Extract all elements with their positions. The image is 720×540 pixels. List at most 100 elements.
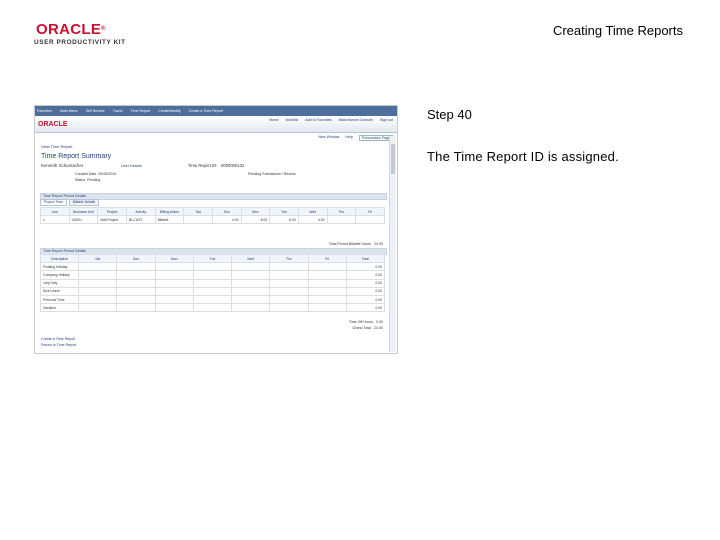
nav-link[interactable]: Help: [345, 135, 352, 141]
table-cell[interactable]: [192, 286, 233, 296]
column-header: Billing Action: [154, 206, 185, 217]
menu-bar: Favorites Main Menu Self Service Travel Time…: [35, 106, 397, 116]
table-cell: 4.00: [211, 215, 242, 225]
table-cell[interactable]: [116, 262, 156, 272]
table-cell: Billable: [154, 215, 185, 225]
user-details-link[interactable]: User Details: [121, 164, 142, 168]
menu-item[interactable]: Favorites: [37, 109, 52, 113]
table-cell[interactable]: [307, 278, 347, 288]
step-number: Step 40: [427, 107, 472, 122]
nav-link[interactable]: Personalize Page: [358, 135, 393, 141]
table-cell[interactable]: [269, 286, 309, 296]
table-cell[interactable]: [269, 303, 309, 313]
menu-item[interactable]: Self Service: [86, 109, 105, 113]
grand-total: Grand Total 24.00: [352, 326, 383, 330]
column-header: Mon: [240, 206, 271, 217]
table-cell[interactable]: [78, 303, 118, 313]
logo-product: USER PRODUCTIVITY KIT: [34, 39, 126, 46]
table-cell[interactable]: [116, 270, 156, 280]
header-link[interactable]: Add to Favorites: [305, 118, 331, 122]
header-link[interactable]: Worklist: [286, 118, 299, 122]
table-cell[interactable]: US001: [68, 215, 99, 225]
table-cell[interactable]: [154, 294, 194, 305]
table-cell[interactable]: [307, 286, 347, 296]
menu-item[interactable]: Time Report: [131, 109, 151, 113]
header-link[interactable]: Home: [269, 118, 279, 122]
column-header: Project: [97, 206, 127, 217]
create-time-report-link[interactable]: Create a Time Report: [41, 337, 75, 341]
table-cell: 0.00: [345, 270, 386, 280]
table-cell[interactable]: [192, 262, 233, 272]
header-link[interactable]: Multichannel Console: [338, 118, 372, 122]
table-cell[interactable]: [231, 294, 271, 305]
vertical-scrollbar[interactable]: [389, 136, 396, 352]
table-cell[interactable]: [154, 286, 194, 296]
table-cell[interactable]: [231, 262, 271, 272]
table-cell[interactable]: [192, 303, 233, 313]
nav-link[interactable]: New Window: [318, 135, 339, 141]
table-cell[interactable]: [116, 278, 156, 288]
table-cell[interactable]: [192, 270, 233, 280]
table-cell[interactable]: [269, 262, 309, 272]
menu-item[interactable]: Travel: [113, 109, 123, 113]
tab-billable-details[interactable]: Billable Details: [68, 199, 100, 206]
column-header: Thu: [326, 206, 357, 217]
table-cell[interactable]: [269, 270, 309, 280]
table-cell: Personal Time: [39, 294, 80, 305]
tab-project-time[interactable]: Project Time: [40, 199, 67, 206]
table-cell: Mall Project: [97, 215, 127, 225]
header-link[interactable]: Sign out: [380, 118, 393, 122]
table-cell[interactable]: [192, 294, 233, 305]
table-cell[interactable]: [231, 303, 271, 313]
table-cell[interactable]: [307, 270, 347, 280]
table-cell[interactable]: [231, 286, 271, 296]
table-cell[interactable]: 1: [40, 215, 70, 225]
table-cell: BI-CUST: [125, 215, 156, 225]
table-cell: [326, 215, 357, 225]
scroll-thumb[interactable]: [391, 144, 395, 174]
table-row: Company Holiday 0.00: [39, 270, 386, 280]
view-time-report-link[interactable]: View Time Report: [41, 144, 73, 149]
table-cell[interactable]: [269, 294, 309, 305]
table-cell: [183, 215, 213, 225]
table-cell[interactable]: [231, 270, 271, 280]
table-cell[interactable]: [154, 262, 194, 272]
table-cell[interactable]: [78, 286, 118, 296]
table-cell[interactable]: [231, 278, 271, 288]
table-cell[interactable]: [78, 262, 118, 272]
menu-item[interactable]: Create/Modify: [158, 109, 180, 113]
table-cell[interactable]: [192, 278, 233, 288]
report-id-value: 0000000132: [221, 163, 245, 168]
table-cell[interactable]: [78, 270, 118, 280]
table-cell[interactable]: [116, 303, 156, 313]
table-cell[interactable]: [154, 270, 194, 280]
table-cell: Jury Duty: [39, 278, 80, 288]
table-row: Jury Duty 0.00: [39, 278, 386, 288]
table-cell: Vacation: [39, 303, 80, 313]
table-cell[interactable]: [116, 286, 156, 296]
menu-item[interactable]: Main Menu: [60, 109, 78, 113]
column-header: Business Unit: [68, 206, 99, 217]
table-cell[interactable]: [269, 278, 309, 288]
table-cell[interactable]: [116, 294, 156, 305]
column-header: Sat: [78, 253, 118, 264]
menu-item[interactable]: Create a Time Report: [189, 109, 223, 113]
time-off-hours: Time Off Hours 0.00: [348, 320, 383, 324]
column-header: Thu: [269, 253, 309, 264]
table-cell[interactable]: [307, 294, 347, 305]
column-header: Description: [39, 253, 80, 264]
table-cell[interactable]: [307, 262, 347, 272]
employee-name: Kenneth Schumacher: [41, 163, 84, 168]
table-cell[interactable]: [307, 303, 347, 313]
table-cell[interactable]: [78, 278, 118, 288]
column-header: Total: [345, 253, 386, 264]
column-header: Line: [40, 206, 70, 217]
return-to-time-report-link[interactable]: Return to Time Report: [41, 343, 76, 347]
column-header: Activity: [125, 206, 156, 217]
status: Status Pending: [75, 178, 101, 182]
table-cell[interactable]: [154, 278, 194, 288]
table-row: Personal Time 0.00: [39, 294, 386, 305]
report-id-label: Time Report ID:: [188, 163, 218, 168]
table-cell[interactable]: [78, 294, 118, 305]
table-cell[interactable]: [154, 303, 194, 313]
